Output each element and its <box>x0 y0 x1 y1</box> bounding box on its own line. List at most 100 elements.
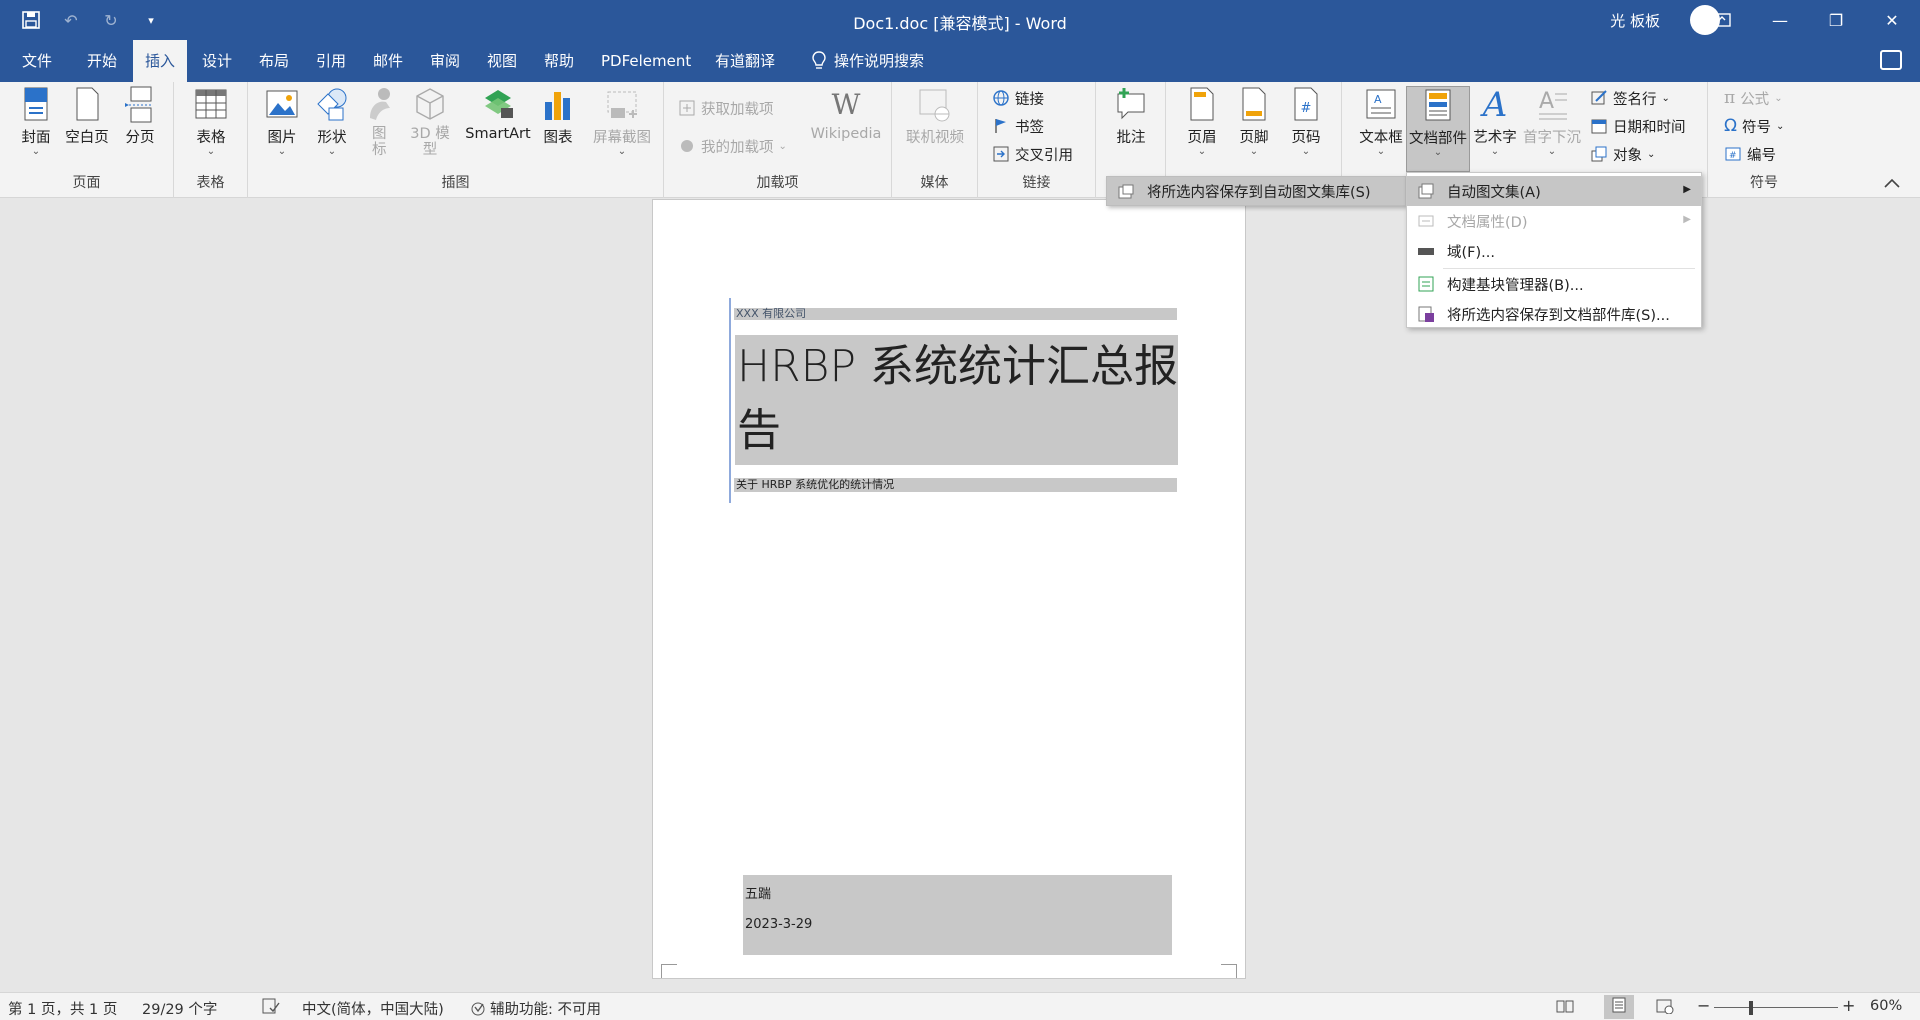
group-label-pages: 页面 <box>72 175 101 191</box>
tab-file[interactable]: 文件 <box>10 40 64 82</box>
blank-page-button[interactable]: 空白页 <box>62 86 112 147</box>
tab-insert[interactable]: 插入 <box>133 40 188 82</box>
shapes-button[interactable]: 形状 ⌄ <box>310 86 354 157</box>
page-break-button[interactable]: 分页 <box>118 86 162 147</box>
blank-page-icon <box>76 87 99 121</box>
zoom-out-button[interactable]: − <box>1697 996 1710 1015</box>
smartart-button[interactable]: SmartArt <box>464 86 532 142</box>
tab-view[interactable]: 视图 <box>475 40 529 82</box>
chevron-down-icon: ⌄ <box>206 146 216 157</box>
icons-icon <box>370 88 390 120</box>
accessibility-indicator[interactable]: 辅助功能: 不可用 <box>470 998 601 1019</box>
document-subtitle[interactable]: 关于 HRBP 系统优化的统计情况 <box>734 478 1177 492</box>
table-button[interactable]: 表格 ⌄ <box>188 86 234 157</box>
tab-home[interactable]: 开始 <box>75 40 129 82</box>
tab-layout[interactable]: 布局 <box>247 40 301 82</box>
wordart-button[interactable]: A 艺术字 ⌄ <box>1472 86 1518 157</box>
autotext-save-icon <box>1118 184 1134 199</box>
equation-button[interactable]: π 公式 ⌄ <box>1724 86 1783 110</box>
save-to-gallery-icon <box>1418 306 1434 322</box>
web-layout-icon[interactable] <box>1656 998 1674 1018</box>
zoom-in-button[interactable]: + <box>1842 996 1855 1015</box>
wikipedia-button[interactable]: W Wikipedia <box>806 86 886 142</box>
text-box-button[interactable]: A 文本框 ⌄ <box>1356 86 1406 157</box>
company-name[interactable]: XXX 有限公司 <box>734 308 1177 320</box>
tell-me-search[interactable]: 操作说明搜索 <box>800 40 936 82</box>
author-name[interactable]: 五踹 <box>745 883 771 902</box>
signature-line-button[interactable]: 签名行 ⌄ <box>1590 86 1670 110</box>
quick-parts-menu: 自动图文集(A) ▶ 文档属性(D) ▶ 域(F)... 构建基块管理器(B).… <box>1406 172 1702 328</box>
picture-button[interactable]: 图片 ⌄ <box>262 86 302 157</box>
signature-icon <box>1591 90 1607 105</box>
chevron-down-icon: ⌄ <box>1376 146 1386 157</box>
print-layout-icon[interactable] <box>1604 995 1634 1019</box>
language-indicator[interactable]: 中文(简体，中国大陆) <box>302 998 444 1019</box>
my-addins-button[interactable]: 我的加载项 ⌄ <box>678 134 787 158</box>
bookmark-button[interactable]: 书签 <box>992 114 1044 138</box>
chart-button[interactable]: 图表 <box>538 86 578 147</box>
zoom-slider-thumb[interactable] <box>1749 1001 1753 1015</box>
tab-pdfelement[interactable]: PDFelement <box>589 40 703 82</box>
document-page[interactable]: XXX 有限公司 HRBP 系统统计汇总报告 关于 HRBP 系统优化的统计情况… <box>652 199 1246 979</box>
symbol-button[interactable]: Ω 符号 ⌄ <box>1724 114 1784 138</box>
3d-models-button[interactable]: 3D 模型 <box>408 86 452 158</box>
pi-icon: π <box>1724 88 1736 108</box>
comment-button[interactable]: 批注 <box>1106 86 1156 147</box>
restore-icon[interactable]: ❐ <box>1808 6 1864 34</box>
document-title[interactable]: HRBP 系统统计汇总报告 <box>735 335 1178 465</box>
chevron-down-icon: ⌄ <box>1547 146 1557 157</box>
online-video-button[interactable]: 联机视频 <box>900 86 970 147</box>
menu-item-field[interactable]: 域(F)... <box>1407 236 1701 266</box>
user-name[interactable]: 光 板板 <box>1610 10 1660 31</box>
my-addins-icon <box>681 140 693 152</box>
cross-reference-button[interactable]: 交叉引用 <box>992 142 1073 166</box>
quick-parts-button[interactable]: 文档部件 ⌄ <box>1406 86 1470 172</box>
date-time-button[interactable]: 日期和时间 <box>1590 114 1686 138</box>
page-count[interactable]: 第 1 页，共 1 页 <box>8 998 117 1019</box>
page-number-button[interactable]: # 页码 ⌄ <box>1284 86 1328 157</box>
icons-button[interactable]: 图标 <box>364 86 394 158</box>
tab-help[interactable]: 帮助 <box>532 40 586 82</box>
menu-item-save-to-gallery[interactable]: 将所选内容保存到文档部件库(S)... <box>1407 299 1701 329</box>
menu-item-building-blocks-organizer[interactable]: 构建基块管理器(B)... <box>1407 269 1701 299</box>
object-button[interactable]: 对象 ⌄ <box>1590 142 1655 166</box>
get-addins-button[interactable]: 获取加载项 <box>678 96 774 120</box>
comments-pane-icon[interactable] <box>1880 50 1902 70</box>
collapse-ribbon-icon[interactable] <box>1884 176 1900 192</box>
footer-icon <box>1242 87 1266 121</box>
tab-review[interactable]: 审阅 <box>418 40 472 82</box>
footer-button[interactable]: 页脚 ⌄ <box>1232 86 1276 157</box>
minimize-icon[interactable]: — <box>1752 6 1808 34</box>
menu-item-autotext[interactable]: 自动图文集(A) ▶ <box>1407 176 1701 206</box>
close-icon[interactable]: ✕ <box>1864 6 1920 34</box>
number-button[interactable]: # 编号 <box>1724 142 1776 166</box>
document-date[interactable]: 2023-3-29 <box>745 917 812 932</box>
zoom-level[interactable]: 60% <box>1870 998 1902 1014</box>
chevron-down-icon: ⌄ <box>1197 146 1207 157</box>
link-button[interactable]: 链接 <box>992 86 1044 110</box>
author-date-box[interactable] <box>743 875 1172 955</box>
save-to-autotext-item[interactable]: 将所选内容保存到自动图文集库(S) <box>1106 176 1406 206</box>
tab-youdao[interactable]: 有道翻译 <box>703 40 787 82</box>
omega-icon: Ω <box>1724 116 1737 136</box>
zoom-slider[interactable] <box>1714 1007 1838 1008</box>
tab-references[interactable]: 引用 <box>304 40 358 82</box>
svg-text:A: A <box>1374 93 1382 106</box>
tab-mailings[interactable]: 邮件 <box>361 40 415 82</box>
screenshot-button[interactable]: 屏幕截图 ⌄ <box>590 86 654 157</box>
header-button[interactable]: 页眉 ⌄ <box>1180 86 1224 157</box>
word-count[interactable]: 29/29 个字 <box>142 998 217 1019</box>
proofing-icon[interactable] <box>262 998 280 1018</box>
ribbon-display-options-icon[interactable] <box>1694 6 1750 34</box>
chevron-down-icon: ⌄ <box>617 146 627 157</box>
read-mode-icon[interactable] <box>1556 998 1574 1018</box>
chevron-down-icon: ⌄ <box>1774 92 1783 104</box>
cover-page-button[interactable]: 封面 ⌄ <box>14 86 58 157</box>
menu-item-document-property[interactable]: 文档属性(D) ▶ <box>1407 206 1701 236</box>
drop-cap-button[interactable]: A 首字下沉 ⌄ <box>1520 86 1584 157</box>
group-pages: 封面 ⌄ 空白页 分页 页面 <box>0 82 174 198</box>
chevron-down-icon: ⌄ <box>277 146 287 157</box>
tab-design[interactable]: 设计 <box>190 40 244 82</box>
group-illustrations: 图片 ⌄ 形状 ⌄ 图标 3D 模型 SmartArt 图表 屏幕截图 ⌄ 插图 <box>248 82 664 198</box>
chevron-down-icon: ⌄ <box>1249 146 1259 157</box>
